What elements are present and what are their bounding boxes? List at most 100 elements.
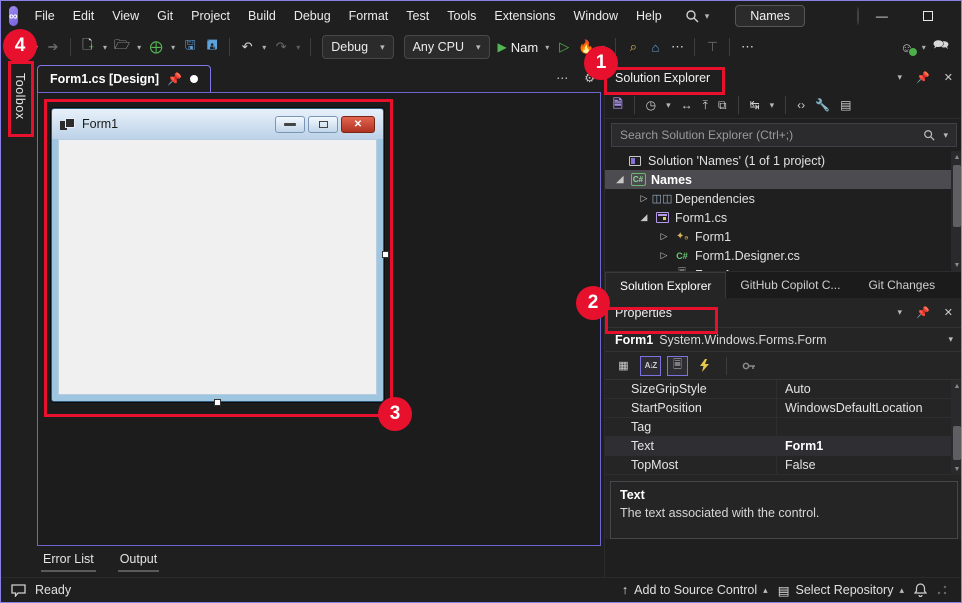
properties-view-icon[interactable]: 🗏 [667,356,688,376]
categorized-icon[interactable]: ▦ [613,356,634,376]
menu-git[interactable]: Git [148,1,182,31]
solution-name-badge[interactable]: Names [735,5,805,27]
solution-home-icon[interactable]: ⌂ [645,35,665,59]
tree-scrollbar[interactable]: ▲ ▼ [951,151,962,271]
menu-extensions[interactable]: Extensions [485,1,564,31]
tree-row-solution[interactable]: Solution 'Names' (1 of 1 project) [605,151,962,170]
resize-handle-right[interactable] [382,251,389,258]
save-icon[interactable]: 🖫 [180,35,200,59]
notifications-bell-icon[interactable] [914,583,927,597]
menu-tools[interactable]: Tools [438,1,485,31]
add-item-chevron-icon[interactable]: ▾ [168,43,178,52]
tree-row-project-names[interactable]: ◢ C# Names [605,170,962,189]
expander-collapsed-icon[interactable]: ▷ [639,193,649,204]
select-repository-button[interactable]: ▤ Select Repository ▴ [778,583,904,598]
forward-icon[interactable]: ➔ [43,35,63,59]
resize-grip[interactable] [937,585,947,595]
start-debugging-button[interactable]: ▶Nam [496,35,541,59]
designed-form-window[interactable]: Form1 ✕ [51,108,384,402]
menu-help[interactable]: Help [627,1,671,31]
designed-form-client-area[interactable] [58,139,377,395]
toolbar-overflow-icon[interactable]: ⋯ [667,35,687,59]
collapse-all-icon[interactable]: ⤒ [703,98,708,113]
tab-solution-explorer[interactable]: Solution Explorer [605,272,726,298]
alphabetical-sort-icon[interactable]: A↓Z [640,356,661,376]
scroll-up-icon[interactable]: ▲ [951,380,962,392]
tab-overflow-icon[interactable]: ⋯ [556,71,568,85]
property-pages-key-icon[interactable] [738,356,759,376]
close-button[interactable]: ✕ [951,1,962,31]
tree-row-dependencies[interactable]: ▷ ◫◫ Dependencies [605,189,962,208]
open-file-icon[interactable]: 🗁 [112,35,132,59]
find-in-files-icon[interactable]: ⌕ [623,35,643,59]
output-tab[interactable]: Output [114,549,164,572]
error-list-tab[interactable]: Error List [37,549,100,572]
designer-overflow-icon[interactable]: ⋯ [737,35,757,59]
account-status-icon[interactable]: ☺ [897,37,917,57]
menu-view[interactable]: View [103,1,148,31]
panel-close-icon[interactable]: ✕ [944,306,953,319]
preview-selected-icon[interactable]: ▤ [840,98,851,112]
alignment-tool-icon[interactable]: ⊤ [702,35,722,59]
switch-views-icon[interactable]: 🗎 [613,95,623,116]
tree-row-form1-resx[interactable]: 🗏 Form1.resx [605,265,962,271]
property-row-selected[interactable]: Text Form1 [605,437,962,456]
start-without-debugging-button[interactable]: ▷ [554,35,574,59]
start-debugging-chevron-icon[interactable]: ▾ [542,43,552,52]
tree-row-form1-designer[interactable]: ▷ C# Form1.Designer.cs [605,246,962,265]
property-row[interactable]: SizeGripStyle Auto [605,380,962,399]
filter-chevron-icon[interactable]: ▾ [666,100,671,111]
events-lightning-icon[interactable] [694,356,715,376]
sync-namespaces-icon[interactable]: ↔ [681,98,693,112]
search-chevron-icon[interactable]: ▾ [705,11,710,22]
account-chevron-icon[interactable]: ▾ [919,43,929,52]
designed-form-titlebar[interactable]: Form1 ✕ [52,109,383,139]
form-minimize-button[interactable] [275,116,305,133]
sync-with-active-document-icon[interactable]: ↹ [750,98,760,112]
sync-chevron-icon[interactable]: ▾ [770,100,775,111]
properties-wrench-icon[interactable]: 🔧 [815,98,830,112]
tab-github-copilot[interactable]: GitHub Copilot C... [726,272,854,298]
redo-icon[interactable]: ↷ [271,35,291,59]
solution-configurations-dropdown[interactable]: Debug▾ [322,35,393,59]
feedback-chat-icon[interactable] [1,584,35,597]
send-feedback-icon[interactable]: 🗪 [931,35,951,59]
menu-build[interactable]: Build [239,1,285,31]
panel-chevron-icon[interactable]: ▾ [898,72,903,83]
add-to-source-control-button[interactable]: ↑ Add to Source Control ▴ [622,583,768,597]
new-file-chevron-icon[interactable]: ▾ [100,43,110,52]
scroll-up-icon[interactable]: ▲ [951,151,962,163]
panel-pin-icon[interactable]: 📌 [916,71,930,84]
resize-handle-bottom[interactable] [214,399,221,406]
panel-chevron-icon[interactable]: ▾ [898,307,903,318]
view-code-icon[interactable]: ‹› [797,98,805,112]
expander-expanded-icon[interactable]: ◢ [615,174,625,185]
minimize-button[interactable]: — [859,1,905,31]
tab-git-changes[interactable]: Git Changes [854,272,949,298]
properties-scrollbar[interactable]: ▲ ▼ [951,380,962,475]
toolbox-tab[interactable]: Toolbox [10,65,30,128]
property-row[interactable]: TopMost False [605,456,962,475]
expander-collapsed-icon[interactable]: ▷ [659,250,669,261]
unsaved-dot-icon[interactable] [190,75,198,83]
menu-window[interactable]: Window [565,1,627,31]
property-row[interactable]: Tag [605,418,962,437]
pending-changes-filter-icon[interactable]: ◷ [646,98,656,112]
form-close-button[interactable]: ✕ [341,116,375,133]
search-options-chevron-icon[interactable]: ▾ [943,130,948,141]
add-item-icon[interactable]: ⨁ [146,35,166,59]
show-all-files-icon[interactable]: ⧉ [718,98,727,113]
form-maximize-button[interactable] [308,116,338,133]
menu-edit[interactable]: Edit [64,1,104,31]
undo-chevron-icon[interactable]: ▾ [259,43,269,52]
solution-explorer-search-input[interactable]: Search Solution Explorer (Ctrl+;) ▾ [611,123,957,147]
property-row[interactable]: StartPosition WindowsDefaultLocation [605,399,962,418]
new-file-icon[interactable]: 🗋+ [78,35,98,59]
panel-close-icon[interactable]: ✕ [944,71,953,84]
maximize-button[interactable] [905,1,951,31]
menu-test[interactable]: Test [397,1,438,31]
document-tab-form1-design[interactable]: Form1.cs [Design] 📌 [37,65,211,92]
quick-search[interactable]: ▾ [685,9,710,23]
expander-collapsed-icon[interactable]: ▷ [659,231,669,242]
expander-expanded-icon[interactable]: ◢ [639,212,649,223]
